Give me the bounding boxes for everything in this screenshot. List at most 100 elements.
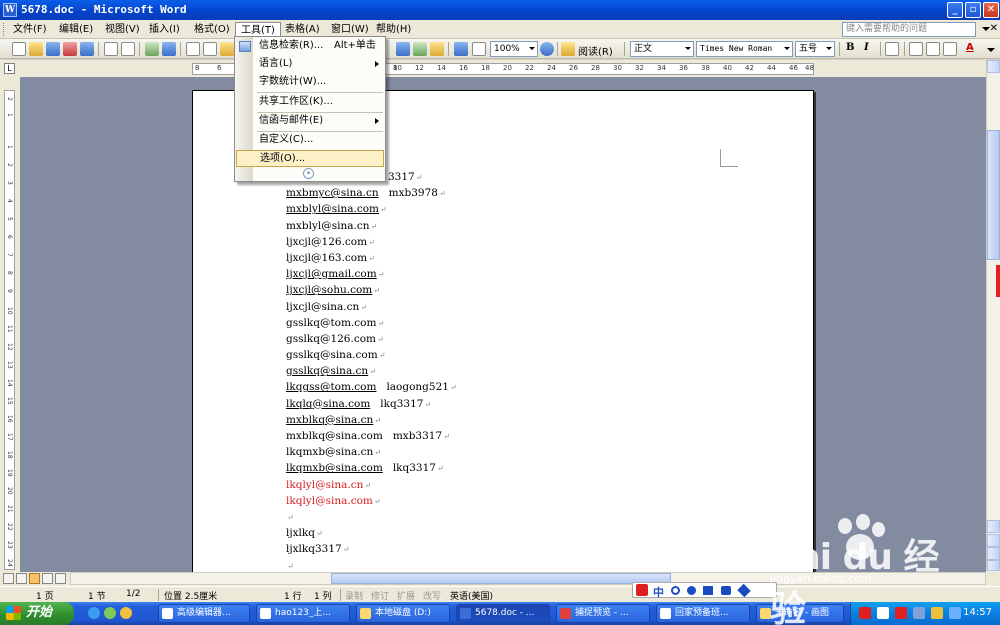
horizontal-scroll-thumb[interactable] (331, 573, 671, 584)
print-preview-icon[interactable] (121, 42, 135, 56)
drawing-icon[interactable] (413, 42, 427, 56)
tab-selector[interactable]: L (4, 63, 15, 74)
menu-file[interactable]: 文件(F) (8, 22, 52, 37)
paste-icon[interactable] (220, 42, 234, 56)
cut-icon[interactable] (186, 42, 200, 56)
align-center-icon[interactable] (885, 42, 899, 56)
ime-mode-label[interactable]: 中 (653, 584, 664, 600)
ime-tool-icon[interactable] (737, 583, 751, 598)
document-line[interactable]: lkqgss@tom.com laogong521↵ (286, 379, 457, 395)
email-icon[interactable] (80, 42, 94, 56)
document-line[interactable]: ljxcjl@163.com↵ (286, 250, 457, 266)
task-editor[interactable]: 高级编辑器... (158, 604, 250, 623)
copy-icon[interactable] (203, 42, 217, 56)
read-mode-button[interactable]: 阅读(R) (578, 43, 613, 58)
document-line[interactable]: ljxcjl@gmail.com↵ (286, 266, 457, 282)
scroll-up-button[interactable] (987, 60, 1000, 73)
numbering-icon[interactable] (909, 42, 923, 56)
menu-item-options[interactable]: 选项(O)... (236, 150, 384, 167)
menu-edit[interactable]: 编辑(E) (54, 22, 98, 37)
print-view-button[interactable] (29, 573, 40, 584)
menu-expand-icon[interactable]: » (303, 168, 314, 179)
status-overtype[interactable]: 改写 (423, 589, 441, 602)
reading-view-button[interactable] (55, 573, 66, 584)
document-text[interactable]: 3317↵ mxbmyc@sina.cn mxb3978↵ mxblyl@sina.c… (286, 169, 457, 572)
style-select[interactable]: 正文 (630, 41, 694, 57)
menu-help[interactable]: 帮助(H) (371, 22, 416, 37)
menu-table[interactable]: 表格(A) (280, 22, 325, 37)
menu-item-mail-merge[interactable]: 信函与邮件(E) (236, 113, 384, 130)
document-line[interactable]: lkqlyl@sina.cn↵ (286, 477, 457, 493)
font-dropdown-icon[interactable] (782, 42, 792, 56)
document-line[interactable]: ↵ (286, 509, 457, 525)
document-line[interactable]: mxblyl@sina.com↵ (286, 201, 457, 217)
research-icon[interactable] (162, 42, 176, 56)
document-line[interactable]: ljxlkq↵ (286, 525, 457, 541)
normal-view-button[interactable] (3, 573, 14, 584)
status-record[interactable]: 录制 (345, 589, 363, 602)
ie-icon[interactable] (88, 607, 100, 619)
ime-keyboard-icon[interactable] (703, 586, 713, 595)
ime-punct-icon[interactable] (671, 586, 680, 595)
formatting-marks-icon[interactable] (472, 42, 486, 56)
document-line[interactable]: lkqlyl@sina.com↵ (286, 493, 457, 509)
document-line[interactable]: lkqlq@sina.com lkq3317↵ (286, 396, 457, 412)
task-word-doc[interactable]: 5678.doc - ... (456, 604, 550, 623)
document-close-icon[interactable]: ✕ (990, 23, 998, 34)
size-dropdown-icon[interactable] (824, 42, 834, 56)
vertical-scrollbar[interactable] (986, 60, 1000, 572)
columns-icon[interactable] (396, 42, 410, 56)
task-capture[interactable]: 捕捉预览 - ... (556, 604, 650, 623)
ime-skin-icon[interactable] (721, 586, 731, 595)
start-button[interactable]: 开始 (0, 602, 74, 625)
document-line[interactable]: gsslkq@tom.com↵ (286, 315, 457, 331)
document-line[interactable]: mxblkq@sina.cn↵ (286, 412, 457, 428)
vertical-ruler[interactable]: 2 1 1 2 3 4 5 6 7 8 9 10 11 12 13 14 15 … (4, 90, 15, 570)
task-hao123[interactable]: hao123_上... (256, 604, 350, 623)
status-language[interactable]: 英语(美国) (450, 589, 493, 602)
outline-view-button[interactable] (42, 573, 53, 584)
zoom-select[interactable]: 100% (490, 41, 538, 57)
font-color-dropdown-icon[interactable] (987, 48, 995, 52)
menu-item-shared-workspace[interactable]: 共享工作区(K)... (236, 94, 384, 111)
status-extend[interactable]: 扩展 (397, 589, 415, 602)
read-mode-icon[interactable] (561, 42, 575, 56)
menu-tools[interactable]: 工具(T) (235, 22, 281, 37)
word-app-icon[interactable]: W (3, 3, 17, 17)
quicklaunch-icon[interactable] (104, 607, 116, 619)
scroll-down-button[interactable] (987, 520, 1000, 533)
task-local-disk[interactable]: 本地磁盘 (D:) (356, 604, 450, 623)
zoom-dropdown-icon[interactable] (527, 42, 537, 56)
new-document-icon[interactable] (12, 42, 26, 56)
restore-button[interactable]: ▫ (965, 2, 981, 18)
font-size-select[interactable]: 五号 (795, 41, 835, 57)
clock[interactable]: 14:57 (963, 607, 992, 618)
document-line[interactable]: ↵ (286, 558, 457, 573)
menu-format[interactable]: 格式(O) (189, 22, 235, 37)
document-line[interactable]: ljxlkq3317↵ (286, 541, 457, 557)
menu-item-research[interactable]: 信息检索(R)... Alt+单击 (236, 38, 384, 55)
open-folder-icon[interactable] (29, 42, 43, 56)
permission-icon[interactable] (63, 42, 77, 56)
volume-icon[interactable] (949, 607, 961, 619)
status-track[interactable]: 修订 (371, 589, 389, 602)
close-button[interactable]: ✕ (983, 2, 999, 18)
document-line[interactable]: mxbmyc@sina.cn mxb3978↵ (286, 185, 457, 201)
help-icon[interactable] (540, 42, 554, 56)
indent-icon[interactable] (943, 42, 957, 56)
italic-button[interactable]: I (864, 42, 869, 53)
menubar-grip[interactable] (3, 23, 6, 36)
task-prep-class[interactable]: 回家预备班... (656, 604, 750, 623)
document-line[interactable]: lkqmxb@sina.com lkq3317↵ (286, 460, 457, 476)
print-icon[interactable] (104, 42, 118, 56)
help-question-input[interactable]: 键入需要帮助的问题 (842, 22, 976, 37)
bullets-icon[interactable] (926, 42, 940, 56)
document-line[interactable]: lkqmxb@sina.cn↵ (286, 444, 457, 460)
document-line[interactable]: ljxcjl@126.com↵ (286, 234, 457, 250)
document-line[interactable]: gsslkq@sina.com↵ (286, 347, 457, 363)
menu-item-word-count[interactable]: 字数统计(W)... (236, 74, 384, 91)
document-line[interactable]: mxblkq@sina.com mxb3317↵ (286, 428, 457, 444)
menu-item-language[interactable]: 语言(L) (236, 56, 384, 73)
sogou-ime-icon[interactable] (636, 584, 648, 596)
menu-item-customize[interactable]: 自定义(C)... (236, 132, 384, 149)
